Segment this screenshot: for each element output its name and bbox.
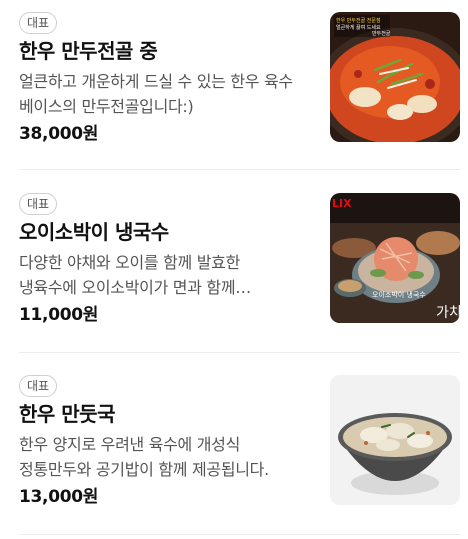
divider	[19, 534, 460, 535]
photo-logo: LIX	[332, 197, 352, 210]
menu-item-name: 오이소박이 냉국수	[19, 220, 169, 244]
menu-item[interactable]: 대표 오이소박이 냉국수 다양한 야채와 오이를 함께 발효한 냉육수에 오이소…	[0, 193, 468, 333]
menu-item-name: 한우 만두전골 중	[19, 39, 158, 63]
cucumber-cold-noodle-photo: LIX 오이소박이 냉국수 가치	[330, 193, 460, 323]
photo-caption: 오이소박이 냉국수	[372, 290, 426, 299]
menu-item-description: 한우 양지로 우려낸 육수에 개성식 정통만두와 공기밥이 함께 제공됩니다.	[19, 435, 269, 479]
photo-caption: 얼큰하게 끓여 드세요	[336, 24, 381, 31]
menu-item[interactable]: 대표 한우 만두전골 중 얼큰하고 개운하게 드실 수 있는 한우 육수 베이스…	[0, 12, 468, 152]
menu-item-description: 얼큰하고 개운하게 드실 수 있는 한우 육수 베이스의 만두전골입니다:)	[19, 72, 293, 116]
divider	[19, 169, 460, 170]
dumpling-soup-photo	[330, 375, 460, 505]
signature-badge: 대표	[19, 375, 58, 397]
menu-item-photo[interactable]: LIX 오이소박이 냉국수 가치	[330, 193, 460, 323]
photo-caption: 한우 만두전골 전문점	[336, 17, 381, 24]
menu-item-photo[interactable]: 한우 만두전골 전문점 얼큰하게 끓여 드세요 만두전골	[330, 12, 460, 142]
menu-item[interactable]: 대표 한우 만둣국 한우 양지로 우려낸 육수에 개성식 정통만두와 공기밥이 …	[0, 375, 468, 515]
menu-item-price: 11,000원	[19, 305, 99, 325]
divider	[19, 352, 460, 353]
menu-item-price: 38,000원	[19, 124, 99, 144]
signature-badge: 대표	[19, 193, 58, 215]
photo-caption: 가치	[436, 305, 460, 321]
menu-item-description: 다양한 야채와 오이를 함께 발효한 냉육수에 오이소박이가 면과 함께 제공됩…	[19, 253, 241, 297]
photo-caption: 만두전골	[372, 30, 391, 37]
dumpling-hotpot-photo: 한우 만두전골 전문점 얼큰하게 끓여 드세요 만두전골	[330, 12, 460, 142]
signature-badge: 대표	[19, 12, 58, 34]
menu-item-price: 13,000원	[19, 487, 99, 507]
menu-item-photo[interactable]	[330, 375, 460, 505]
menu-item-name: 한우 만둣국	[19, 402, 115, 426]
